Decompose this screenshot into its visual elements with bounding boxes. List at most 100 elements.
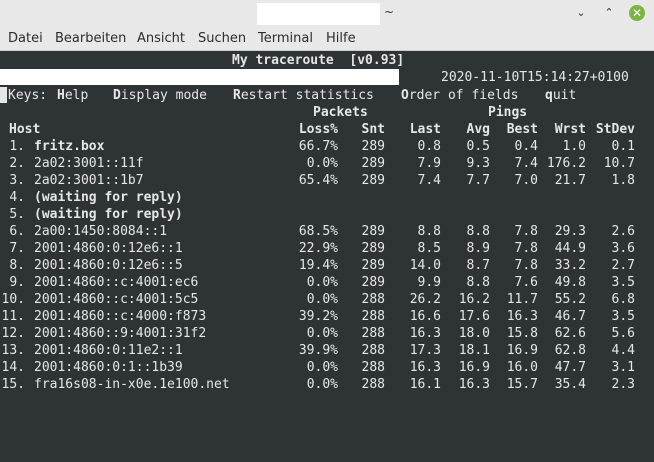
maximize-icon[interactable]: ⌃ (601, 5, 617, 21)
hop-wrst: 46.7 (554, 309, 586, 324)
hop-stdev: 2.7 (611, 258, 635, 273)
hop-number: 13. (1, 343, 25, 358)
hop-best: 7.6 (514, 275, 538, 290)
hop-last: 17.3 (409, 343, 441, 358)
hop-snt: 288 (361, 326, 385, 341)
key-display-mode[interactable]: Display mode (113, 87, 207, 104)
key-help[interactable]: Help (57, 87, 88, 104)
table-row: 2. 2a02:3001::11f 0.0% 289 7.9 9.3 7.4 176.2 10.… (0, 155, 654, 172)
hop-loss: 65.4% (298, 173, 338, 188)
hop-avg: 8.7 (466, 258, 490, 273)
hop-stdev: 5.6 (611, 326, 635, 341)
menu-hilfe[interactable]: Hilfe (326, 31, 356, 46)
hop-best: 0.4 (514, 139, 538, 154)
key-restart-statistics[interactable]: Restart statistics (233, 87, 374, 104)
menu-datei[interactable]: Datei (8, 31, 43, 46)
hop-loss: 0.0% (306, 377, 338, 392)
key-quit[interactable]: quit (545, 87, 576, 104)
hop-number: 1. (9, 139, 25, 154)
hop-stdev: 10.7 (603, 156, 635, 171)
hop-number: 9. (9, 275, 25, 290)
hop-snt: 289 (361, 156, 385, 171)
hop-avg: 9.3 (466, 156, 490, 171)
hop-host: fritz.box (34, 139, 105, 154)
hop-number: 10. (1, 292, 25, 307)
hop-snt: 289 (361, 258, 385, 273)
hop-avg: 16.2 (458, 292, 490, 307)
hop-loss: 66.7% (298, 139, 338, 154)
hop-best: 7.8 (514, 258, 538, 273)
hop-stdev: 2.6 (611, 224, 635, 239)
hop-snt: 289 (361, 139, 385, 154)
col-host: Host (9, 122, 41, 137)
menu-ansicht[interactable]: Ansicht (137, 31, 185, 46)
hop-last: 16.3 (409, 360, 441, 375)
table-row: 11. 2001:4860::c:4000:f873 39.2% 288 16.6 17.… (0, 308, 654, 325)
col-wrst: Wrst (554, 122, 586, 137)
hop-stdev: 3.6 (611, 241, 635, 256)
hop-loss: 0.0% (306, 275, 338, 290)
key-hotkey: D (113, 88, 121, 103)
key-text: uit (552, 88, 577, 103)
col-last: Last (409, 122, 441, 137)
hop-wrst: 62.8 (554, 343, 586, 358)
hop-wrst: 21.7 (554, 173, 586, 188)
hop-avg: 18.1 (458, 343, 490, 358)
hop-best: 15.8 (506, 326, 538, 341)
hop-avg: 8.8 (466, 275, 490, 290)
hop-stdev: 3.5 (611, 275, 635, 290)
key-order-of-fields[interactable]: Order of fields (401, 87, 518, 104)
hop-loss: 0.0% (306, 360, 338, 375)
column-header-row: Host Loss% Snt Last Avg Best Wrst StDev (0, 121, 654, 138)
table-row: 9. 2001:4860::c:4001:ec6 0.0% 289 9.9 8.8 7.6 4… (0, 274, 654, 291)
hop-loss: 68.5% (298, 224, 338, 239)
hop-stdev: 0.1 (611, 139, 635, 154)
hop-host: 2a00:1450:8084::1 (34, 224, 168, 239)
hop-wrst: 35.4 (554, 377, 586, 392)
hop-avg: 17.6 (458, 309, 490, 324)
hop-snt: 288 (361, 292, 385, 307)
hop-avg: 7.7 (466, 173, 490, 188)
table-row: 14. 2001:4860:0:1::1b39 0.0% 288 16.3 16.9 16.… (0, 359, 654, 376)
hop-best: 7.8 (514, 224, 538, 239)
hop-wrst: 62.6 (554, 326, 586, 341)
hop-host: 2001:4860:0:11e2::1 (34, 343, 183, 358)
menu-terminal[interactable]: Terminal (258, 31, 313, 46)
hop-wrst: 47.7 (554, 360, 586, 375)
hop-snt: 289 (361, 275, 385, 290)
terminal-output[interactable]: My traceroute [v0.93] 2020-11-10T15:14:2… (0, 51, 654, 462)
table-row: 13. 2001:4860:0:11e2::1 39.9% 288 17.3 18.1 16… (0, 342, 654, 359)
col-stdev: StDev (595, 122, 635, 137)
menu-bearbeiten[interactable]: Bearbeiten (55, 31, 126, 46)
table-row: 5. (waiting for reply) (0, 206, 654, 223)
hop-host: 2a02:3001::1b7 (34, 173, 144, 188)
hop-host: 2001:4860::9:4001:31f2 (34, 326, 207, 341)
mtr-timestamp: 2020-11-10T15:14:27+0100 (441, 70, 629, 85)
hop-avg: 8.8 (466, 224, 490, 239)
hop-best: 16.9 (506, 343, 538, 358)
hop-last: 8.5 (417, 241, 441, 256)
hop-stdev: 2.3 (611, 377, 635, 392)
hop-last: 9.9 (417, 275, 441, 290)
hop-loss: 19.4% (298, 258, 338, 273)
key-text: rder of fields (408, 88, 519, 103)
hop-best: 7.4 (514, 156, 538, 171)
key-hotkey: O (401, 88, 409, 103)
hop-last: 14.0 (409, 258, 441, 273)
hop-wrst: 33.2 (554, 258, 586, 273)
menu-suchen[interactable]: Suchen (198, 31, 246, 46)
hop-host: (waiting for reply) (34, 207, 183, 222)
hop-number: 8. (9, 258, 25, 273)
hop-stdev: 6.8 (611, 292, 635, 307)
hop-snt: 289 (361, 224, 385, 239)
minimize-icon[interactable]: ⌄ (573, 5, 589, 21)
table-row: 8. 2001:4860:0:12e6::5 19.4% 289 14.0 8.7 7.8 3… (0, 257, 654, 274)
hop-last: 7.9 (417, 156, 441, 171)
hop-host: 2001:4860:0:12e6::1 (34, 241, 183, 256)
hop-snt: 288 (361, 360, 385, 375)
keys-label: Keys: (8, 88, 48, 103)
close-icon[interactable]: ✕ (629, 5, 645, 21)
hop-avg: 18.0 (458, 326, 490, 341)
hop-host: 2001:4860::c:4001:ec6 (34, 275, 199, 290)
hop-loss: 0.0% (306, 292, 338, 307)
